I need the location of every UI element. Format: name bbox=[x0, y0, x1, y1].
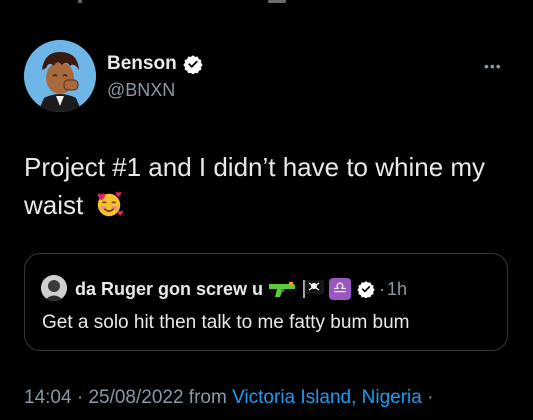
author-avatar[interactable] bbox=[24, 40, 96, 112]
tweet-date[interactable]: 25/08/2022 bbox=[88, 387, 183, 408]
quoted-header: da Ruger gon screw u ♎ · 1h bbox=[75, 276, 407, 302]
quoted-tweet-text: Get a solo hit then talk to me fatty bum… bbox=[42, 312, 410, 333]
smiling-face-with-hearts-icon bbox=[98, 191, 124, 217]
author-handle[interactable]: @BNXN bbox=[107, 80, 175, 101]
verified-badge-icon bbox=[183, 55, 203, 74]
quoted-tweet-card[interactable]: da Ruger gon screw u ♎ · 1h Get a solo h… bbox=[24, 253, 508, 351]
pirate-flag-icon bbox=[303, 280, 324, 298]
water-pistol-icon bbox=[269, 282, 296, 297]
tweet-body: Project #1 and I didn’t have to whine my… bbox=[24, 152, 486, 220]
libra-icon: ♎ bbox=[329, 278, 352, 300]
quoted-display-name[interactable]: da Ruger gon screw u bbox=[75, 279, 263, 300]
tweet-time[interactable]: 14:04 bbox=[24, 387, 72, 408]
status-mark bbox=[268, 0, 286, 3]
meta-separator: · bbox=[421, 387, 434, 408]
quoted-author-avatar[interactable] bbox=[41, 275, 67, 301]
status-mark bbox=[78, 0, 82, 3]
quoted-verified-badge-icon bbox=[357, 281, 375, 298]
quoted-separator: · bbox=[379, 278, 386, 299]
tweet-metadata: 14:04 · 25/08/2022 from Victoria Island,… bbox=[24, 387, 433, 409]
author-name-row[interactable]: Benson bbox=[107, 53, 203, 75]
meta-from-label: from bbox=[183, 387, 233, 408]
author-display-name[interactable]: Benson bbox=[107, 53, 177, 75]
quoted-avatar-illustration-icon bbox=[41, 275, 67, 301]
more-options-icon[interactable]: ••• bbox=[484, 58, 502, 74]
tweet-text: Project #1 and I didn’t have to whine my… bbox=[24, 148, 519, 224]
meta-separator: · bbox=[71, 387, 89, 408]
status-bar-remnant bbox=[0, 0, 533, 8]
quoted-timestamp[interactable]: 1h bbox=[387, 279, 407, 300]
tweet-location-link[interactable]: Victoria Island, Nigeria bbox=[232, 387, 422, 408]
avatar-illustration-icon bbox=[24, 40, 96, 112]
